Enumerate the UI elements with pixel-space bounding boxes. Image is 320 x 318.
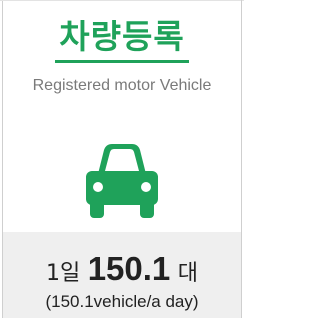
daily-stat: 1일 150.1 대	[3, 250, 241, 288]
stat-value: 150.1	[87, 250, 171, 287]
stat-panel: 1일 150.1 대 (150.1vehicle/a day)	[3, 232, 241, 318]
stat-english: (150.1vehicle/a day)	[45, 292, 199, 311]
card-subtitle: Registered motor Vehicle	[32, 77, 212, 94]
stat-unit: 대	[177, 261, 198, 286]
stat-prefix: 1일	[46, 261, 81, 286]
card-title: 차량등록	[55, 18, 189, 63]
car-icon-container	[0, 140, 244, 225]
title-container: 차량등록	[0, 18, 244, 63]
car-icon	[86, 144, 158, 218]
top-divider	[0, 0, 244, 1]
registered-vehicle-card: 차량등록 Registered motor Vehicle 1일 150.1 대…	[0, 0, 244, 318]
